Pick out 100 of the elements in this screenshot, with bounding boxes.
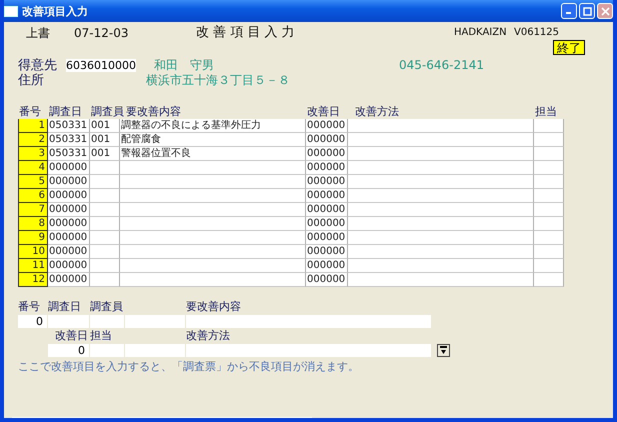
field-label: 要改善内容 [186,299,242,314]
table-cell: 000000 [48,161,90,175]
column-header: 番号 [18,104,42,119]
table-cell: 配管腐食 [120,133,306,147]
table-cell: 9 [18,231,48,245]
table-cell: 000000 [306,175,348,189]
table-cell [90,161,120,175]
table-cell [90,217,120,231]
minimize-button[interactable] [561,3,577,19]
table-cell: 000000 [48,273,90,287]
table-cell [534,161,564,175]
address-text: 横浜市五十海３丁目５－８ [146,73,290,88]
table-cell: 000000 [48,217,90,231]
field-label: 改善方法 [186,328,231,343]
input-field[interactable] [186,315,431,328]
input-field[interactable] [125,344,185,357]
table-cell [534,133,564,147]
column-header: 調査員 [90,104,125,119]
customer-name: 和田 守男 [154,58,215,73]
table-cell: 000000 [306,133,348,147]
table-cell: 警報器位置不良 [120,147,306,161]
number-field[interactable]: 0 [18,315,47,328]
column-header: 要改善内容 [125,104,182,119]
field-label: 番号 [18,299,41,314]
table-cell: 000000 [306,273,348,287]
table-cell: 000000 [306,203,348,217]
field-label: 調査日 [48,299,82,314]
table-cell [90,231,120,245]
version-text: V061125 [514,26,560,40]
table-cell: 000000 [306,119,348,133]
table-cell [534,175,564,189]
phone-number: 045-646-2141 [399,58,484,73]
table-cell [90,245,120,259]
exit-button[interactable]: 終了 [553,40,585,55]
input-field[interactable] [48,315,89,328]
table-cell: 11 [18,259,48,273]
table-cell: 000000 [306,231,348,245]
table-cell [90,203,120,217]
table-cell: 050331 [48,133,90,147]
table-cell [90,189,120,203]
table-cell: 050331 [48,147,90,161]
table-cell: 3 [18,147,48,161]
close-icon [600,6,610,16]
column-header: 改善方法 [354,104,400,119]
input-field[interactable] [125,315,185,328]
table-cell: 050331 [48,119,90,133]
arrow-down-icon [440,346,447,355]
table-cell [534,189,564,203]
table-cell: 1 [18,119,48,133]
date-field[interactable]: 0 [48,344,89,357]
table-cell: 001 [90,133,120,147]
field-label: 改善日 [54,328,89,343]
column-header: 調査日 [48,104,83,119]
table-cell: 12 [18,273,48,287]
table-cell: 000000 [306,147,348,161]
help-text: ここで改善項目を入力すると、「調査票」から不良項目が消えます。 [18,359,360,374]
table-cell: 4 [18,161,48,175]
column-header: 担当 [534,104,558,119]
table-cell [534,119,564,133]
input-field[interactable] [90,344,124,357]
table-cell [534,231,564,245]
table-cell: 000000 [48,175,90,189]
table-cell: 2 [18,133,48,147]
table-cell: 5 [18,175,48,189]
table-cell: 000000 [306,245,348,259]
date-text: 07-12-03 [74,26,130,40]
table-cell [534,273,564,287]
customer-code-field[interactable]: 6036010000 [66,59,136,72]
close-button[interactable] [597,3,613,19]
table-cell [90,259,120,273]
table-cell [90,175,120,189]
screen-title: 改 善 項 目 入 力 [196,26,296,40]
dropdown-button[interactable] [437,344,450,357]
table-cell: 000000 [48,231,90,245]
customer-label: 得意先 [18,58,58,73]
table-cell [534,259,564,273]
table-cell: 001 [90,147,120,161]
maximize-button[interactable] [579,3,595,19]
input-field[interactable] [90,315,124,328]
table-cell: 000000 [306,217,348,231]
table-cell: 000000 [48,189,90,203]
table-cell: 8 [18,217,48,231]
table-cell: 調整器の不良による基準外圧力 [120,119,306,133]
program-id: HADKAIZN [454,26,508,40]
address-label: 住所 [18,73,45,88]
table-cell [534,147,564,161]
window-icon [4,6,18,16]
maximize-icon [582,6,592,16]
table-cell: 7 [18,203,48,217]
input-field[interactable] [186,344,431,357]
table-cell [534,203,564,217]
table-cell: 000000 [306,189,348,203]
field-label: 担当 [90,328,113,343]
table-cell [534,245,564,259]
table-cell: 000000 [306,161,348,175]
field-label: 調査員 [90,299,124,314]
table-cell: 000000 [48,203,90,217]
table-cell: 000000 [48,245,90,259]
table-cell: 000000 [48,259,90,273]
table-cell: 001 [90,119,120,133]
